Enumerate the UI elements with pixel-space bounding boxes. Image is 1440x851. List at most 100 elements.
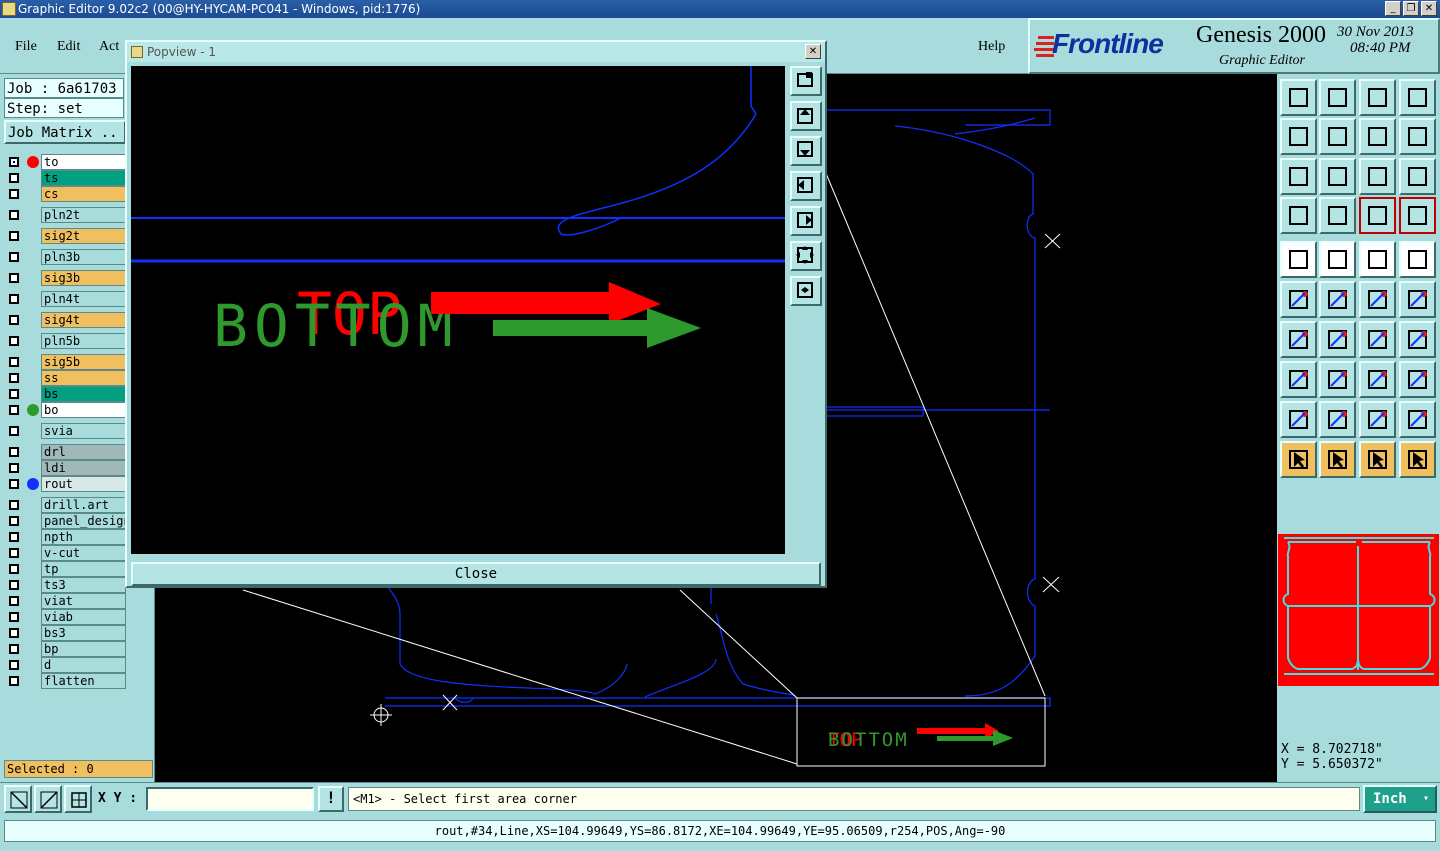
popview-canvas[interactable]: TOP BOTTOM (131, 66, 785, 554)
layer-row-to[interactable]: to (6, 154, 126, 170)
pan-right-icon[interactable] (1319, 118, 1356, 155)
layer-checkbox[interactable] (9, 173, 19, 183)
layer-checkbox[interactable] (9, 564, 19, 574)
popview-zoom-in-icon[interactable] (790, 276, 822, 306)
help-icon[interactable] (1399, 158, 1436, 195)
draw-line-icon[interactable] (1319, 241, 1356, 278)
layer-name[interactable]: svia (41, 423, 126, 439)
layer-name[interactable]: panel_design (41, 513, 126, 529)
layer-row-pln5b[interactable]: pln5b (6, 333, 126, 349)
home-icon[interactable] (1359, 79, 1396, 116)
measure-icon[interactable] (34, 785, 62, 813)
select-alt-icon[interactable] (1359, 441, 1396, 478)
layer-name[interactable]: sig5b (41, 354, 126, 370)
layer-name[interactable]: ts3 (41, 577, 126, 593)
layer-row-drl[interactable]: drl (6, 444, 126, 460)
layer-toggle-icon[interactable] (1399, 197, 1436, 234)
layer-checkbox[interactable] (9, 357, 19, 367)
arc-triangle-icon[interactable] (1319, 401, 1356, 438)
layer-row-viab[interactable]: viab (6, 609, 126, 625)
layer-row-d[interactable]: d (6, 657, 126, 673)
home-in-icon[interactable] (1280, 79, 1317, 116)
layer-name[interactable]: cs (41, 186, 126, 202)
layer-row-panel-design[interactable]: panel_design (6, 513, 126, 529)
layer-row-sig2t[interactable]: sig2t (6, 228, 126, 244)
layer-row-bs3[interactable]: bs3 (6, 625, 126, 641)
menu-file[interactable]: File (15, 39, 37, 55)
layer-name[interactable]: d (41, 657, 126, 673)
layer-row-viat[interactable]: viat (6, 593, 126, 609)
split-view-icon[interactable] (1399, 79, 1436, 116)
popview-pan-up-icon[interactable] (790, 101, 822, 131)
triangle-ref-icon[interactable] (1399, 401, 1436, 438)
fit-icon[interactable] (1280, 158, 1317, 195)
zoom-center-icon[interactable] (1319, 158, 1356, 195)
layer-row-sig5b[interactable]: sig5b (6, 354, 126, 370)
group-icon[interactable] (1399, 361, 1436, 398)
layer-checkbox[interactable] (9, 315, 19, 325)
popview-pan-left-icon[interactable] (790, 171, 822, 201)
layer-display-icon[interactable] (1359, 197, 1396, 234)
layer-name[interactable]: pln4t (41, 291, 126, 307)
layer-checkbox[interactable] (9, 447, 19, 457)
layer-name[interactable]: viat (41, 593, 126, 609)
layer-row-ss[interactable]: ss (6, 370, 126, 386)
menu-edit[interactable]: Edit (57, 39, 80, 55)
select-icon[interactable] (1280, 441, 1317, 478)
settings-icon[interactable] (1280, 197, 1317, 234)
layer-checkbox[interactable] (9, 644, 19, 654)
restore-button[interactable]: ❐ (1403, 1, 1419, 16)
layer-name[interactable]: to (41, 154, 126, 170)
layer-checkbox[interactable] (9, 189, 19, 199)
resize-icon[interactable] (1359, 361, 1396, 398)
layer-name[interactable]: bp (41, 641, 126, 657)
layer-checkbox[interactable] (9, 676, 19, 686)
pad-edit-icon[interactable] (1280, 361, 1317, 398)
layer-checkbox[interactable] (9, 479, 19, 489)
select-box-icon[interactable] (1319, 441, 1356, 478)
delete-node-icon[interactable] (1319, 281, 1356, 318)
popview-pan-down-icon[interactable] (790, 136, 822, 166)
a-triangle-icon[interactable] (1359, 401, 1396, 438)
popview-zoom-out-icon[interactable] (790, 241, 822, 271)
menu-actions[interactable]: Act (99, 39, 119, 55)
layer-name[interactable]: tp (41, 561, 126, 577)
layer-name[interactable]: drl (41, 444, 126, 460)
layer-row-svia[interactable]: svia (6, 423, 126, 439)
break-line-icon[interactable] (1319, 361, 1356, 398)
redo-zoom-icon[interactable] (1399, 118, 1436, 155)
grid-icon[interactable] (64, 785, 92, 813)
close-window-button[interactable]: ✕ (1421, 1, 1437, 16)
layer-checkbox[interactable] (9, 157, 19, 167)
layer-name[interactable]: bo (41, 402, 126, 418)
layer-row-bs[interactable]: bs (6, 386, 126, 402)
grid-view-icon[interactable] (1319, 197, 1356, 234)
layer-checkbox[interactable] (9, 389, 19, 399)
popview-zoom-icon[interactable] (790, 66, 822, 96)
layer-name[interactable]: pln2t (41, 207, 126, 223)
popview-close-icon[interactable]: ✕ (805, 44, 821, 59)
layer-name[interactable]: drill.art (41, 497, 126, 513)
layer-name[interactable]: bs (41, 386, 126, 402)
layer-name[interactable]: sig2t (41, 228, 126, 244)
layer-row-pln4t[interactable]: pln4t (6, 291, 126, 307)
popview-title-bar[interactable]: Popview - 1 ✕ (127, 42, 825, 62)
exclamation-button[interactable]: ! (318, 786, 344, 812)
layer-row-sig3b[interactable]: sig3b (6, 270, 126, 286)
layer-checkbox[interactable] (9, 532, 19, 542)
layer-row-pln3b[interactable]: pln3b (6, 249, 126, 265)
layer-checkbox[interactable] (9, 405, 19, 415)
layer-checkbox[interactable] (9, 516, 19, 526)
layer-name[interactable]: ss (41, 370, 126, 386)
layer-checkbox[interactable] (9, 373, 19, 383)
layer-checkbox[interactable] (9, 426, 19, 436)
layer-checkbox[interactable] (9, 596, 19, 606)
triangle-icon[interactable] (1280, 401, 1317, 438)
layer-name[interactable]: bs3 (41, 625, 126, 641)
ruler-icon[interactable] (1359, 241, 1396, 278)
layer-row-v-cut[interactable]: v-cut (6, 545, 126, 561)
layer-row-flatten[interactable]: flatten (6, 673, 126, 689)
undo-zoom-icon[interactable] (1359, 118, 1396, 155)
layer-name[interactable]: sig4t (41, 312, 126, 328)
layer-row-drill-art[interactable]: drill.art (6, 497, 126, 513)
